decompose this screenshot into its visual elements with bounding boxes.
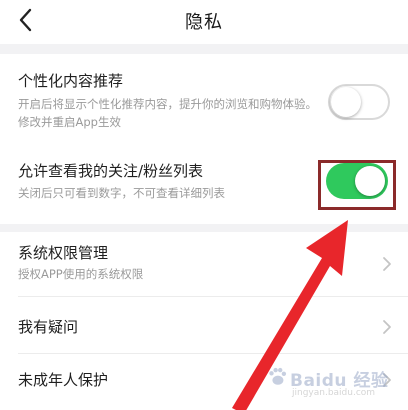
toggle-knob bbox=[331, 87, 361, 117]
menu-item-description: 授权APP使用的系统权限 bbox=[18, 267, 144, 281]
setting-row-personalized: 个性化内容推荐 开启后将显示个性化推荐内容，提升你的浏览和购物体验。修改并重启A… bbox=[0, 54, 408, 142]
personalized-toggle[interactable] bbox=[328, 84, 390, 120]
header-divider bbox=[0, 44, 408, 54]
header-bar: 隐私 bbox=[0, 0, 408, 44]
menu-item-questions[interactable]: 我有疑问 bbox=[0, 297, 408, 353]
highlight-box bbox=[318, 160, 396, 210]
menu-item-title: 未成年人保护 bbox=[18, 371, 109, 389]
baidu-watermark: Baidu 经验 jingyan.baidu.com bbox=[262, 360, 392, 404]
watermark-subtext: jingyan.baidu.com bbox=[292, 388, 376, 398]
menu-item-title: 系统权限管理 bbox=[18, 244, 109, 262]
section-gap bbox=[0, 224, 408, 232]
chevron-right-icon bbox=[383, 320, 391, 334]
paw-icon bbox=[269, 367, 287, 385]
menu-item-title: 我有疑问 bbox=[18, 318, 79, 336]
setting-title: 个性化内容推荐 bbox=[18, 72, 124, 90]
menu-item-system-permissions[interactable]: 系统权限管理 授权APP使用的系统权限 bbox=[0, 232, 408, 294]
page-title: 隐私 bbox=[185, 12, 223, 33]
setting-description: 开启后将显示个性化推荐内容，提升你的浏览和购物体验。修改并重启App生效 bbox=[18, 97, 317, 129]
chevron-right-icon bbox=[383, 257, 391, 271]
setting-description: 关闭后只可看到数字，不可查看详细列表 bbox=[18, 186, 225, 200]
setting-title: 允许查看我的关注/粉丝列表 bbox=[18, 162, 204, 180]
